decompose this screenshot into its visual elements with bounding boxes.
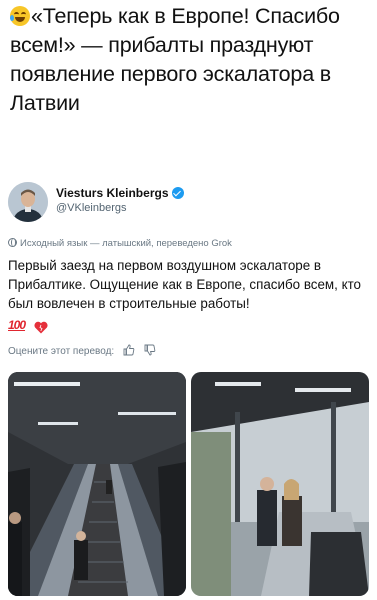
escalator-photo-left[interactable] (8, 372, 186, 596)
verified-icon (171, 187, 184, 199)
author-name-text[interactable]: Viesturs Kleinbergs (56, 186, 169, 200)
globe-icon (8, 238, 17, 247)
rate-label: Оцените этот перевод: (8, 346, 115, 357)
author-name[interactable]: Viesturs Kleinbergs (56, 186, 184, 200)
emoji-row: 100 (8, 318, 68, 338)
headline: «Теперь как в Европе! Спасибо всем!» — п… (10, 2, 372, 118)
joy-emoji-icon (10, 6, 30, 26)
tweet-author[interactable]: Viesturs Kleinbergs @VKleinbergs (8, 180, 308, 224)
escalator-photo-right[interactable] (191, 372, 369, 596)
translated-note-text: Исходный язык — латышский, переведено Gr… (20, 238, 232, 249)
author-handle[interactable]: @VKleinbergs (56, 202, 126, 214)
rate-translation: Оцените этот перевод: (8, 344, 156, 357)
hundred-points-icon: 100 (8, 318, 26, 332)
thumbs-down-icon[interactable] (144, 344, 156, 356)
heart-icon (34, 321, 48, 334)
thumbs-up-icon[interactable] (123, 344, 135, 356)
tweet-text: Первый заезд на первом воздушном эскалат… (8, 258, 362, 311)
headline-text: «Теперь как в Европе! Спасибо всем!» — п… (10, 4, 340, 115)
avatar[interactable] (8, 182, 48, 222)
translated-note[interactable]: Исходный язык — латышский, переведено Gr… (8, 238, 232, 249)
